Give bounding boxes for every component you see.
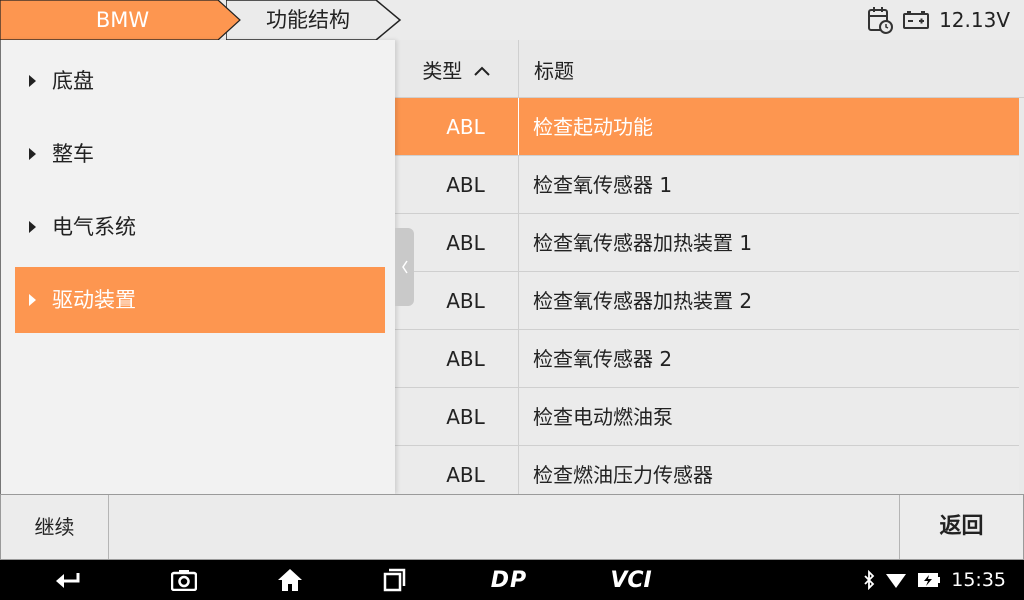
collapse-panel-handle[interactable] [395,228,414,306]
vci-button[interactable]: VCI [604,560,658,600]
breadcrumb-brand[interactable]: BMW [0,0,241,40]
category-label: 驱动装置 [52,288,136,312]
main-content: 类型 标题 ABL 检查起动功能 ABL 检查氧传感器 1 ABL 检查氧传感器… [0,40,1024,494]
battery-voltage: 12.13V [939,8,1010,32]
row-type: ABL [395,388,519,445]
category-label: 整车 [52,142,94,166]
row-title: 检查氧传感器加热装置 2 [533,289,753,313]
back-button[interactable]: 返回 [899,495,1023,559]
calendar-clock-icon[interactable] [867,6,894,34]
table-row[interactable]: ABL 检查氧传感器 2 [395,330,1019,388]
breadcrumb-label: 功能结构 [266,8,350,32]
table-row[interactable]: ABL 检查电动燃油泵 [395,388,1019,446]
category-label: 电气系统 [52,215,136,239]
battery-charging-icon [918,573,941,587]
clock: 15:35 [951,569,1006,591]
row-title: 检查燃油压力传感器 [533,463,713,487]
back-arrow-icon [56,573,80,588]
row-type: ABL [395,98,519,155]
home-icon [278,569,302,591]
row-title: 检查电动燃油泵 [533,405,673,429]
table-row[interactable]: ABL 检查起动功能 [395,98,1019,156]
chevron-left-icon [401,260,408,274]
row-title: 检查氧传感器加热装置 1 [533,231,753,255]
row-type: ABL [395,446,519,494]
row-type: ABL [395,330,519,387]
wifi-icon [886,574,907,588]
brand-label: BMW [95,8,150,32]
system-nav-bar: DP VCI 15:35 [0,560,1024,600]
category-item-electrical[interactable]: 电气系统 [15,194,385,260]
category-item-chassis[interactable]: 底盘 [15,48,385,114]
row-title: 检查起动功能 [533,115,653,139]
vci-label: VCI [610,567,652,593]
recent-apps-icon [383,568,406,592]
table-header: 类型 标题 [395,40,1024,98]
category-item-drivetrain[interactable]: 驱动装置 [15,267,385,333]
dp-label: DP [490,567,528,593]
table-row[interactable]: ABL 检查氧传感器加热装置 2 [395,272,1019,330]
nav-recents-button[interactable] [374,560,414,600]
table-row[interactable]: ABL 检查氧传感器 1 [395,156,1019,214]
expand-arrow-icon [29,75,36,87]
bluetooth-icon [864,570,875,590]
continue-button[interactable]: 继续 [1,495,109,559]
nav-back-button[interactable] [48,560,88,600]
category-item-vehicle[interactable]: 整车 [15,121,385,187]
expand-arrow-icon [29,221,36,233]
expand-arrow-icon [29,294,36,306]
category-panel: 底盘 整车 电气系统 驱动装置 [1,40,395,494]
action-bar: 继续 返回 [0,494,1024,560]
device-status: 12.13V [867,0,1010,40]
car-battery-icon [903,10,930,30]
row-title: 检查氧传感器 2 [533,347,673,371]
row-type: ABL [395,156,519,213]
table-row[interactable]: ABL 检查氧传感器加热装置 1 [395,214,1019,272]
column-header-type[interactable]: 类型 [395,40,519,98]
nav-screenshot-button[interactable] [164,560,204,600]
camera-icon [171,570,197,591]
row-title: 检查氧传感器 1 [533,173,673,197]
dp-button[interactable]: DP [484,560,534,600]
breadcrumb-function-structure[interactable]: 功能结构 [226,0,406,40]
column-type-label: 类型 [422,59,463,83]
expand-arrow-icon [29,148,36,160]
title-bar: 功能结构 BMW 12.13V [0,0,1024,40]
sort-ascending-icon [473,66,490,76]
function-table: 类型 标题 ABL 检查起动功能 ABL 检查氧传感器 1 ABL 检查氧传感器… [395,40,1024,494]
column-header-title[interactable]: 标题 [519,40,1019,98]
table-row[interactable]: ABL 检查燃油压力传感器 [395,446,1019,494]
system-status: 15:35 [863,560,1006,600]
category-label: 底盘 [52,69,94,93]
nav-home-button[interactable] [270,560,310,600]
